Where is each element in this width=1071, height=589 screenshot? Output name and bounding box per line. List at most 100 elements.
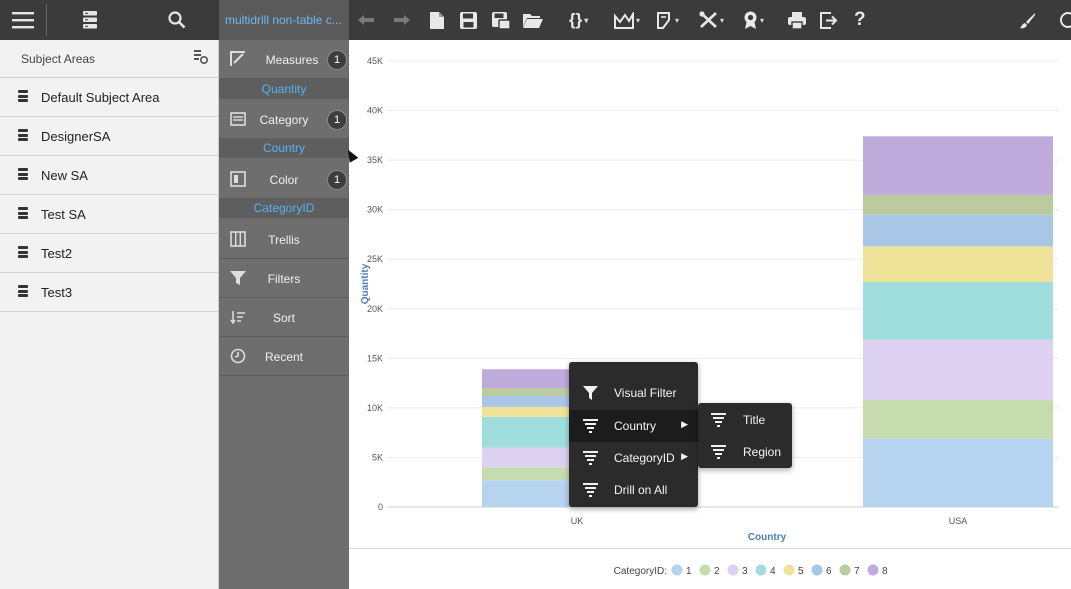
export-icon[interactable]	[820, 0, 838, 40]
menu-item-drill-on-all[interactable]: Drill on All	[569, 474, 698, 506]
menu-item-country[interactable]: Country ▶	[569, 410, 698, 442]
trellis-row[interactable]: Trellis	[219, 220, 349, 259]
subject-areas-title: Subject Areas	[21, 52, 96, 66]
legend-swatch	[727, 564, 739, 576]
menu-item-categoryid[interactable]: CategoryID ▶	[569, 442, 698, 474]
legend-label: 1	[686, 566, 692, 577]
measure-field-quantity[interactable]: Quantity	[219, 79, 366, 99]
menu-item-label: Country	[614, 419, 657, 433]
subject-area-item[interactable]: New SA	[0, 156, 218, 195]
subject-area-item[interactable]: Test SA	[0, 195, 218, 234]
menu-item-label: Drill on All	[614, 483, 668, 497]
database-icon	[18, 168, 28, 182]
drill-icon	[583, 419, 598, 433]
y-tick-label: 5K	[372, 452, 383, 462]
subject-area-settings-icon[interactable]	[194, 50, 209, 67]
menu-item-label: CategoryID	[614, 451, 675, 465]
measure-field-label: Quantity	[261, 82, 307, 96]
subject-area-item[interactable]: DesignerSA	[0, 117, 218, 156]
legend-swatch	[839, 564, 851, 576]
bar-segment	[863, 194, 1053, 215]
new-document-icon[interactable]	[430, 0, 444, 40]
badge-icon[interactable]: ▾	[743, 0, 764, 40]
hamburger-icon[interactable]	[8, 0, 38, 40]
country-drill-submenu: Title Region	[698, 403, 792, 468]
help-icon[interactable]: ?	[854, 0, 866, 40]
color-count-badge: 1	[327, 170, 347, 190]
subject-area-label: Default Subject Area	[41, 89, 160, 105]
database-icon	[18, 90, 28, 104]
color-row[interactable]: Color 1	[219, 160, 349, 199]
legend-label: 7	[854, 566, 860, 577]
legend-swatch	[783, 564, 795, 576]
bar-segment	[863, 438, 1053, 507]
subject-area-label: Test2	[41, 245, 73, 261]
bar-segment	[863, 339, 1053, 400]
measures-row[interactable]: Measures 1	[219, 40, 349, 79]
y-tick-label: 40K	[367, 106, 383, 116]
submenu-arrow-icon: ▶	[681, 419, 688, 429]
y-tick-label: 20K	[367, 304, 383, 314]
database-icon	[18, 285, 28, 299]
y-tick-label: 30K	[367, 205, 383, 215]
subject-area-label: DesignerSA	[41, 128, 111, 144]
open-folder-icon[interactable]	[523, 0, 543, 40]
save-icon[interactable]	[460, 0, 477, 40]
subject-area-item[interactable]: Default Subject Area	[0, 78, 218, 117]
subject-area-item[interactable]: Test2	[0, 234, 218, 273]
legend-label: 2	[714, 566, 720, 577]
funnel-icon	[583, 386, 598, 400]
drill-context-menu: Visual Filter Country ▶ CategoryID ▶ Dri…	[569, 362, 698, 507]
sort-label: Sort	[272, 311, 295, 325]
menu-item-visual-filter[interactable]: Visual Filter	[569, 377, 698, 409]
settings-icon[interactable]	[1056, 0, 1071, 40]
recent-label: Recent	[264, 350, 304, 364]
database-icon	[18, 129, 28, 143]
print-icon[interactable]	[788, 0, 806, 40]
chart-legend: CategoryID: 1 2 3 4 5 6 7 8	[349, 548, 1071, 589]
submenu-item-region[interactable]: Region	[698, 436, 792, 468]
save-as-icon[interactable]	[492, 0, 510, 40]
y-axis-title: Quantity	[360, 263, 371, 304]
bar-segment	[863, 399, 1053, 439]
category-row[interactable]: Category 1	[219, 100, 349, 139]
legend-title: CategoryID:	[614, 566, 667, 577]
color-field-label: CategoryID	[253, 201, 315, 215]
expression-icon[interactable]: {} ▾	[569, 0, 588, 40]
tools-icon[interactable]: ▾	[699, 0, 724, 40]
filters-label: Filters	[267, 272, 301, 286]
binding-panel: Measures 1 Quantity Category 1 Country C…	[219, 40, 366, 589]
document-title[interactable]: multidrill non-table c...	[219, 0, 349, 40]
bar-segment	[863, 136, 1053, 195]
drill-icon	[583, 451, 598, 465]
sort-row[interactable]: Sort	[219, 298, 349, 337]
subject-area-item[interactable]: Test3	[0, 273, 218, 312]
legend-swatch	[811, 564, 823, 576]
redo-icon[interactable]	[392, 0, 412, 40]
database-icon[interactable]	[78, 0, 102, 40]
category-field-country[interactable]: Country	[219, 138, 366, 158]
subject-areas-panel: Subject Areas Default Subject Area Desig…	[0, 40, 219, 589]
legend-swatch	[699, 564, 711, 576]
brush-icon[interactable]	[1019, 0, 1036, 40]
subject-area-label: New SA	[41, 167, 88, 183]
recent-row[interactable]: Recent	[219, 337, 349, 376]
format-icon[interactable]: ▾	[657, 0, 679, 40]
toolbar: multidrill non-table c... {} ▾ ▾ ▾ ▾ ▾ ?	[0, 0, 1071, 40]
chart-type-icon[interactable]: ▾	[614, 0, 640, 40]
search-icon[interactable]	[165, 0, 189, 40]
legend-label: 8	[882, 566, 888, 577]
y-tick-label: 25K	[367, 254, 383, 264]
submenu-arrow-icon: ▶	[681, 451, 688, 461]
stacked-bar-chart[interactable]: 0 5K 10K 15K 20K 25K 30K 35K 40K 45K Quantity Count…	[349, 40, 1071, 589]
submenu-item-title[interactable]: Title	[698, 404, 792, 436]
submenu-item-label: Title	[743, 413, 766, 427]
y-tick-label: 45K	[367, 56, 383, 66]
filters-row[interactable]: Filters	[219, 259, 349, 298]
legend-swatch	[671, 564, 683, 576]
color-field-categoryid[interactable]: CategoryID	[219, 198, 366, 218]
undo-icon[interactable]	[356, 0, 376, 40]
drill-icon	[583, 483, 598, 497]
legend-label: 6	[826, 566, 832, 577]
bar-segment	[863, 282, 1053, 340]
